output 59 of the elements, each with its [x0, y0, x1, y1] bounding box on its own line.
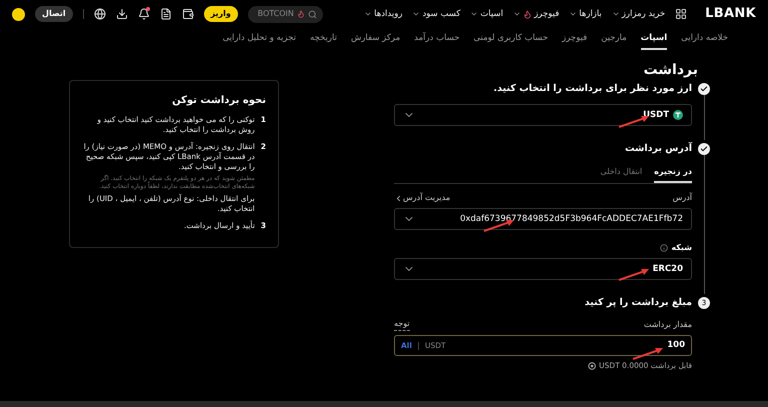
address-tab[interactable]: انتقال داخلی [600, 166, 642, 183]
address-select[interactable]: 0xdaf6739677849852d5F3b964FcADDEC7AE1Ffb72 [394, 208, 692, 230]
globe-icon[interactable] [94, 8, 106, 20]
wallet-icon[interactable] [182, 8, 194, 20]
chevron-down-icon [513, 10, 522, 18]
address-label: آدرس [672, 192, 692, 204]
page-title: برداشت [642, 61, 699, 80]
tab[interactable]: خلاصه دارایی [681, 32, 728, 50]
chevron-down-icon [412, 10, 420, 18]
annotation-arrow [617, 268, 651, 282]
tab[interactable]: مارجین [601, 32, 627, 50]
coin-value: USDT [643, 108, 669, 122]
flame-icon [523, 10, 532, 18]
search-icon [308, 10, 317, 18]
chevron-left-icon [394, 194, 403, 202]
nav-menu-item[interactable]: کسب سود [412, 8, 460, 20]
download-icon[interactable] [116, 8, 128, 20]
annotation-arrow [631, 347, 665, 361]
guide-title: نحوه برداشت توکن [171, 94, 266, 108]
avatar[interactable] [12, 8, 25, 20]
step-title: ارز مورد نظر برای برداشت را انتخاب کنید. [492, 82, 692, 96]
note-link[interactable]: توجه [394, 318, 410, 331]
tab[interactable]: حساب کاربری لومنی [474, 32, 548, 50]
step-title: مبلغ برداشت را پر کنید [584, 296, 692, 310]
logo[interactable]: LBANK [705, 4, 756, 24]
bell-icon[interactable] [138, 8, 150, 20]
nav-menu-item[interactable]: اسپات [470, 8, 504, 20]
manage-address-link[interactable]: مدیریت آدرس [394, 192, 450, 204]
document-icon[interactable] [160, 8, 172, 20]
amount-label: مقدار برداشت [644, 318, 692, 330]
connect-button[interactable]: اتصال [35, 6, 73, 22]
coin-icon [588, 362, 596, 370]
search-field[interactable]: BOTCOIN [248, 6, 323, 22]
nav-menu-item[interactable]: بازارها [569, 8, 602, 20]
nav-menu-item[interactable]: فیوچرز [513, 8, 560, 20]
nav-menu-item[interactable]: خرید رمزارز [612, 8, 666, 20]
chevron-down-icon [612, 10, 620, 18]
step-title: آدرس برداشت [624, 141, 692, 156]
chevron-down-icon [470, 10, 478, 18]
network-label: شبکه [671, 242, 692, 254]
tab[interactable]: تجزیه و تحلیل دارایی [222, 32, 296, 50]
tab[interactable]: حساب درآمد [414, 32, 460, 50]
chevron-down-icon [569, 10, 578, 18]
tab[interactable]: اسپات [640, 32, 668, 50]
coin-icon [673, 110, 683, 120]
flame-icon [296, 10, 305, 18]
grid-icon[interactable] [675, 8, 688, 20]
network-select[interactable]: ERC20 [394, 258, 692, 280]
deposit-button[interactable]: واریز [204, 6, 238, 22]
tab[interactable]: مرکز سفارش [350, 32, 400, 50]
tab[interactable]: تاریخچه [310, 32, 337, 50]
address-tab[interactable]: در زنجیره [654, 166, 692, 183]
tab[interactable]: فیوچرز [562, 32, 588, 50]
info-icon [660, 244, 668, 252]
address-value: 0xdaf6739677849852d5F3b964FcADDEC7AE1Ffb72 [460, 212, 683, 226]
nav-menu-item[interactable]: رویدادها [364, 8, 402, 20]
coin-select[interactable]: USDT [394, 104, 692, 126]
network-value: ERC20 [652, 262, 683, 276]
chevron-down-icon [364, 10, 372, 18]
